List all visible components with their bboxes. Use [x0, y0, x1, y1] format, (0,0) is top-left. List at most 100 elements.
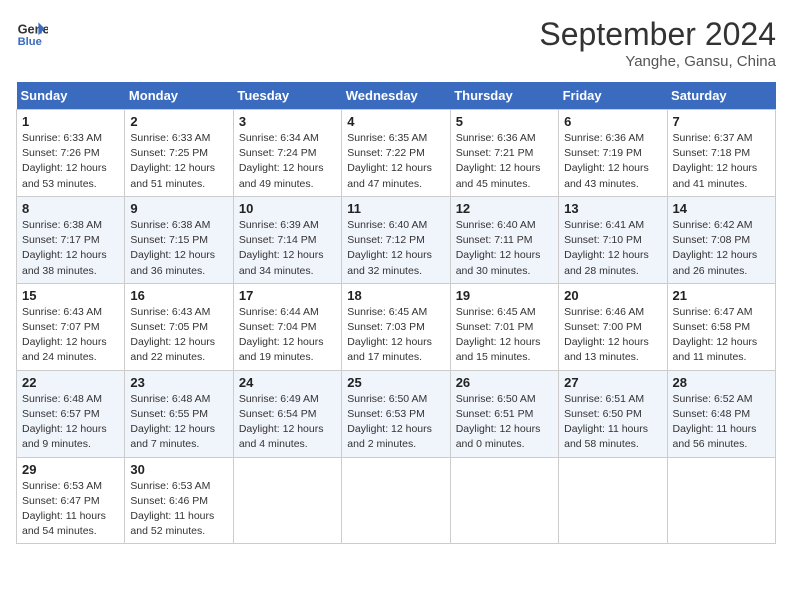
calendar-cell: 20 Sunrise: 6:46 AMSunset: 7:00 PMDayligh…	[559, 283, 667, 370]
calendar-cell: 1 Sunrise: 6:33 AMSunset: 7:26 PMDaylight…	[17, 110, 125, 197]
day-info: Sunrise: 6:40 AMSunset: 7:11 PMDaylight:…	[456, 218, 553, 279]
calendar-cell: 19Sunrise: 6:45 AMSunset: 7:01 PMDayligh…	[450, 283, 558, 370]
svg-text:Blue: Blue	[18, 36, 42, 48]
day-number: 11	[347, 201, 444, 216]
calendar-cell: 2 Sunrise: 6:33 AMSunset: 7:25 PMDaylight…	[125, 110, 233, 197]
day-info: Sunrise: 6:47 AMSunset: 6:58 PMDaylight:…	[673, 305, 770, 366]
day-info: Sunrise: 6:35 AMSunset: 7:22 PMDaylight:…	[347, 131, 444, 192]
calendar-cell	[450, 457, 558, 544]
day-number: 1	[22, 114, 119, 129]
day-number: 24	[239, 375, 336, 390]
day-number: 7	[673, 114, 770, 129]
calendar-cell: 18 Sunrise: 6:45 AMSunset: 7:03 PMDayligh…	[342, 283, 450, 370]
day-info: Sunrise: 6:42 AMSunset: 7:08 PMDaylight:…	[673, 218, 770, 279]
day-info: Sunrise: 6:41 AMSunset: 7:10 PMDaylight:…	[564, 218, 661, 279]
day-info: Sunrise: 6:45 AMSunset: 7:03 PMDaylight:…	[347, 305, 444, 366]
calendar-cell: 10 Sunrise: 6:39 AMSunset: 7:14 PMDayligh…	[233, 196, 341, 283]
calendar-cell: 22 Sunrise: 6:48 AMSunset: 6:57 PMDayligh…	[17, 370, 125, 457]
col-header-sunday: Sunday	[17, 82, 125, 110]
day-number: 27	[564, 375, 661, 390]
calendar-cell	[559, 457, 667, 544]
day-info: Sunrise: 6:48 AMSunset: 6:57 PMDaylight:…	[22, 392, 119, 453]
day-info: Sunrise: 6:46 AMSunset: 7:00 PMDaylight:…	[564, 305, 661, 366]
calendar-cell: 13Sunrise: 6:41 AMSunset: 7:10 PMDayligh…	[559, 196, 667, 283]
day-number: 23	[130, 375, 227, 390]
calendar-cell: 27 Sunrise: 6:51 AMSunset: 6:50 PMDayligh…	[559, 370, 667, 457]
day-info: Sunrise: 6:51 AMSunset: 6:50 PMDaylight:…	[564, 392, 661, 453]
month-title: September 2024	[539, 16, 776, 53]
logo-icon: General Blue	[16, 16, 48, 48]
day-number: 8	[22, 201, 119, 216]
col-header-monday: Monday	[125, 82, 233, 110]
day-number: 22	[22, 375, 119, 390]
location: Yanghe, Gansu, China	[539, 53, 776, 70]
day-info: Sunrise: 6:43 AMSunset: 7:05 PMDaylight:…	[130, 305, 227, 366]
col-header-saturday: Saturday	[667, 82, 775, 110]
calendar-cell: 23 Sunrise: 6:48 AMSunset: 6:55 PMDayligh…	[125, 370, 233, 457]
calendar-cell: 21 Sunrise: 6:47 AMSunset: 6:58 PMDayligh…	[667, 283, 775, 370]
col-header-tuesday: Tuesday	[233, 82, 341, 110]
day-number: 9	[130, 201, 227, 216]
calendar-cell: 26 Sunrise: 6:50 AMSunset: 6:51 PMDayligh…	[450, 370, 558, 457]
day-number: 26	[456, 375, 553, 390]
day-number: 6	[564, 114, 661, 129]
day-info: Sunrise: 6:33 AMSunset: 7:26 PMDaylight:…	[22, 131, 119, 192]
calendar-cell: 12Sunrise: 6:40 AMSunset: 7:11 PMDayligh…	[450, 196, 558, 283]
calendar-table: SundayMondayTuesdayWednesdayThursdayFrid…	[16, 82, 776, 544]
day-info: Sunrise: 6:38 AMSunset: 7:17 PMDaylight:…	[22, 218, 119, 279]
calendar-cell: 14 Sunrise: 6:42 AMSunset: 7:08 PMDayligh…	[667, 196, 775, 283]
day-info: Sunrise: 6:36 AMSunset: 7:19 PMDaylight:…	[564, 131, 661, 192]
day-info: Sunrise: 6:33 AMSunset: 7:25 PMDaylight:…	[130, 131, 227, 192]
calendar-cell: 4Sunrise: 6:35 AMSunset: 7:22 PMDaylight…	[342, 110, 450, 197]
day-number: 17	[239, 288, 336, 303]
calendar-cell: 17 Sunrise: 6:44 AMSunset: 7:04 PMDayligh…	[233, 283, 341, 370]
col-header-friday: Friday	[559, 82, 667, 110]
day-info: Sunrise: 6:39 AMSunset: 7:14 PMDaylight:…	[239, 218, 336, 279]
day-info: Sunrise: 6:49 AMSunset: 6:54 PMDaylight:…	[239, 392, 336, 453]
day-number: 3	[239, 114, 336, 129]
day-info: Sunrise: 6:50 AMSunset: 6:53 PMDaylight:…	[347, 392, 444, 453]
calendar-cell: 15Sunrise: 6:43 AMSunset: 7:07 PMDayligh…	[17, 283, 125, 370]
calendar-cell: 30Sunrise: 6:53 AMSunset: 6:46 PMDayligh…	[125, 457, 233, 544]
calendar-cell: 24 Sunrise: 6:49 AMSunset: 6:54 PMDayligh…	[233, 370, 341, 457]
day-number: 2	[130, 114, 227, 129]
calendar-cell	[667, 457, 775, 544]
calendar-cell: 6 Sunrise: 6:36 AMSunset: 7:19 PMDaylight…	[559, 110, 667, 197]
day-info: Sunrise: 6:43 AMSunset: 7:07 PMDaylight:…	[22, 305, 119, 366]
title-block: September 2024 Yanghe, Gansu, China	[539, 16, 776, 70]
day-number: 21	[673, 288, 770, 303]
day-info: Sunrise: 6:37 AMSunset: 7:18 PMDaylight:…	[673, 131, 770, 192]
day-info: Sunrise: 6:34 AMSunset: 7:24 PMDaylight:…	[239, 131, 336, 192]
day-number: 14	[673, 201, 770, 216]
calendar-cell: 29 Sunrise: 6:53 AMSunset: 6:47 PMDayligh…	[17, 457, 125, 544]
logo: General Blue	[16, 16, 48, 48]
calendar-cell	[342, 457, 450, 544]
calendar-cell: 5Sunrise: 6:36 AMSunset: 7:21 PMDaylight…	[450, 110, 558, 197]
day-info: Sunrise: 6:38 AMSunset: 7:15 PMDaylight:…	[130, 218, 227, 279]
day-number: 10	[239, 201, 336, 216]
page-header: General Blue September 2024 Yanghe, Gans…	[16, 16, 776, 70]
day-info: Sunrise: 6:36 AMSunset: 7:21 PMDaylight:…	[456, 131, 553, 192]
day-info: Sunrise: 6:40 AMSunset: 7:12 PMDaylight:…	[347, 218, 444, 279]
calendar-cell: 9 Sunrise: 6:38 AMSunset: 7:15 PMDaylight…	[125, 196, 233, 283]
day-info: Sunrise: 6:53 AMSunset: 6:47 PMDaylight:…	[22, 479, 119, 540]
col-header-thursday: Thursday	[450, 82, 558, 110]
day-info: Sunrise: 6:52 AMSunset: 6:48 PMDaylight:…	[673, 392, 770, 453]
day-info: Sunrise: 6:44 AMSunset: 7:04 PMDaylight:…	[239, 305, 336, 366]
day-number: 18	[347, 288, 444, 303]
calendar-cell	[233, 457, 341, 544]
calendar-cell: 25Sunrise: 6:50 AMSunset: 6:53 PMDayligh…	[342, 370, 450, 457]
day-info: Sunrise: 6:53 AMSunset: 6:46 PMDaylight:…	[130, 479, 227, 540]
day-info: Sunrise: 6:50 AMSunset: 6:51 PMDaylight:…	[456, 392, 553, 453]
calendar-cell: 16 Sunrise: 6:43 AMSunset: 7:05 PMDayligh…	[125, 283, 233, 370]
calendar-cell: 8 Sunrise: 6:38 AMSunset: 7:17 PMDaylight…	[17, 196, 125, 283]
calendar-cell: 28Sunrise: 6:52 AMSunset: 6:48 PMDayligh…	[667, 370, 775, 457]
calendar-cell: 11 Sunrise: 6:40 AMSunset: 7:12 PMDayligh…	[342, 196, 450, 283]
day-number: 20	[564, 288, 661, 303]
day-info: Sunrise: 6:45 AMSunset: 7:01 PMDaylight:…	[456, 305, 553, 366]
day-number: 29	[22, 462, 119, 477]
day-number: 16	[130, 288, 227, 303]
calendar-cell: 7 Sunrise: 6:37 AMSunset: 7:18 PMDaylight…	[667, 110, 775, 197]
day-info: Sunrise: 6:48 AMSunset: 6:55 PMDaylight:…	[130, 392, 227, 453]
calendar-cell: 3 Sunrise: 6:34 AMSunset: 7:24 PMDaylight…	[233, 110, 341, 197]
